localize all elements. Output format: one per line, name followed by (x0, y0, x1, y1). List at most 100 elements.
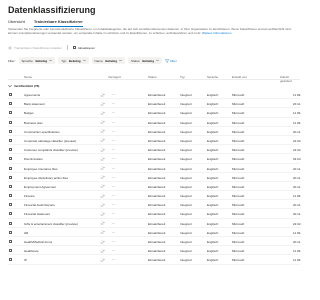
group-label: Veröffentlicht (78) (14, 83, 40, 88)
table-row[interactable]: Agreements Einsatzbereit Integriert Englisc… (8, 90, 302, 100)
more-icon[interactable]: ⋯ (112, 257, 115, 261)
more-icon[interactable]: ⋯ (112, 248, 115, 252)
col-name[interactable]: Name (24, 75, 32, 79)
row-checkbox[interactable] (9, 212, 12, 216)
table-row[interactable]: IP Einsatzbereit Integriert Englisch Microso… (8, 255, 301, 265)
row-checkbox[interactable] (9, 240, 12, 243)
tab-overview[interactable]: Übersicht (8, 19, 25, 27)
col-created-by[interactable]: Erstellt von (232, 75, 247, 79)
filter-language-label: Sprache: (21, 58, 34, 63)
classifier-created-by: Microsoft (232, 221, 245, 226)
more-icon[interactable]: ⋯ (112, 239, 115, 243)
table-row[interactable]: Employee disciplinary action files Einsat… (8, 173, 301, 182)
edit-icon[interactable] (100, 249, 105, 253)
edit-icon[interactable] (100, 120, 105, 124)
row-checkbox[interactable] (9, 203, 12, 207)
more-icon[interactable]: ⋯ (112, 101, 115, 105)
table-row[interactable]: Financial statement Einsatzbereit Integrie… (8, 209, 301, 219)
more-icon[interactable]: ⋯ (112, 202, 115, 206)
tab-trainable-classifiers[interactable]: Trainierbare Klassifizierer (33, 19, 83, 27)
more-icon[interactable]: ⋯ (112, 230, 115, 234)
edit-icon[interactable] (100, 129, 105, 133)
edit-icon[interactable] (100, 147, 105, 152)
filter-button[interactable]: Filter (165, 59, 177, 63)
more-icon[interactable]: ⋯ (112, 166, 115, 170)
more-icon[interactable]: ⋯ (112, 221, 115, 225)
more-icon[interactable]: ⋯ (112, 120, 115, 124)
table-row[interactable]: Bank statement Einsatzbereit Integriert Eng… (8, 99, 301, 109)
edit-icon[interactable] (100, 138, 105, 142)
row-checkbox[interactable] (9, 138, 12, 142)
table-row[interactable]: Customer complaints classifier (preview)… (8, 145, 301, 155)
row-checkbox[interactable] (9, 194, 12, 198)
row-checkbox[interactable] (9, 258, 12, 262)
filter-type[interactable]: Typ: Beliebig (58, 57, 89, 64)
table-row[interactable]: Financial Audit Reports Einsatzbereit Inte… (8, 200, 301, 210)
row-checkbox[interactable] (9, 102, 12, 106)
table-row[interactable]: Finance Einsatzbereit Integriert Englisch Mi… (8, 191, 301, 201)
table-row[interactable]: Budget Einsatzbereit Integriert Englisch Mic… (8, 108, 301, 118)
more-icon[interactable]: ⋯ (112, 147, 115, 151)
classifier-language: Englisch (207, 230, 219, 235)
filter-name[interactable]: Name: Beliebig (91, 57, 126, 64)
col-type[interactable]: Typ (180, 75, 185, 79)
table-row[interactable]: Corporate sabotage classifier (preview) E… (8, 136, 301, 146)
col-delayed[interactable]: Verzögert (108, 75, 121, 79)
more-icon[interactable]: ⋯ (112, 92, 115, 96)
create-classifier-button[interactable]: Trainierbaren Klassifizierer erstellen (8, 45, 62, 50)
filter-language[interactable]: Sprache: Beliebig (18, 57, 56, 64)
more-icon[interactable]: ⋯ (112, 156, 115, 160)
row-checkbox[interactable] (9, 249, 12, 253)
table-row[interactable]: Health/Medical forms Einsatzbereit Integri… (8, 237, 301, 247)
edit-icon[interactable] (100, 230, 105, 234)
table-row[interactable]: Construction specifications Einsatzbereit… (8, 127, 301, 136)
more-icon[interactable]: ⋯ (112, 211, 115, 215)
classifier-last-modified: 11.09. (293, 93, 302, 97)
edit-icon[interactable] (100, 166, 105, 170)
group-header-published[interactable]: Veröffentlicht (78) (8, 82, 300, 89)
row-checkbox[interactable] (9, 93, 12, 96)
edit-icon[interactable] (100, 184, 105, 188)
table-row[interactable]: Employment Agreement Einsatzbereit Integri… (8, 182, 301, 192)
edit-icon[interactable] (100, 258, 105, 262)
row-checkbox[interactable] (9, 230, 12, 234)
more-icon[interactable]: ⋯ (112, 175, 115, 179)
edit-icon[interactable] (100, 157, 105, 161)
filter-status[interactable]: Status: Beliebig (128, 57, 163, 64)
edit-icon[interactable] (100, 203, 105, 207)
row-checkbox[interactable] (9, 129, 12, 133)
learn-more-link[interactable]: Weitere Informationen (202, 31, 231, 35)
more-icon[interactable]: ⋯ (112, 110, 115, 114)
chevron-down-icon[interactable] (8, 84, 12, 88)
row-checkbox[interactable] (9, 221, 12, 225)
row-checkbox[interactable] (9, 111, 12, 115)
row-checkbox[interactable] (9, 175, 12, 179)
col-status[interactable]: Status (148, 75, 157, 79)
edit-icon[interactable] (100, 221, 105, 225)
table-row[interactable]: Business plan Einsatzbereit Integriert Engl… (8, 118, 301, 127)
edit-icon[interactable] (100, 175, 105, 179)
edit-icon[interactable] (100, 193, 105, 198)
more-icon[interactable]: ⋯ (112, 193, 115, 197)
row-checkbox[interactable] (9, 157, 12, 161)
table-row[interactable]: Healthcare Einsatzbereit Integriert Englisc… (8, 246, 301, 256)
row-checkbox[interactable] (9, 120, 12, 124)
edit-icon[interactable] (100, 92, 105, 97)
classifier-language: Englisch (207, 194, 219, 199)
col-language[interactable]: Sprache (207, 75, 218, 79)
refresh-button[interactable]: Aktualisieren (72, 46, 95, 50)
row-checkbox[interactable] (9, 148, 12, 152)
table-row[interactable]: Gifts & entertainment classifier (previe… (8, 219, 301, 228)
more-icon[interactable]: ⋯ (112, 129, 115, 133)
edit-icon[interactable] (100, 239, 105, 244)
edit-icon[interactable] (100, 102, 105, 106)
more-icon[interactable]: ⋯ (112, 184, 115, 188)
table-row[interactable]: Employee Insurance files Einsatzbereit Int… (8, 164, 301, 173)
more-icon[interactable]: ⋯ (112, 138, 115, 142)
edit-icon[interactable] (100, 212, 105, 216)
table-row[interactable]: Discrimination Einsatzbereit Integriert Eng… (8, 154, 301, 164)
row-checkbox[interactable] (9, 184, 12, 188)
edit-icon[interactable] (100, 111, 105, 115)
table-row[interactable]: HR Einsatzbereit Integriert Englisch Microso… (8, 228, 301, 237)
row-checkbox[interactable] (9, 166, 12, 170)
